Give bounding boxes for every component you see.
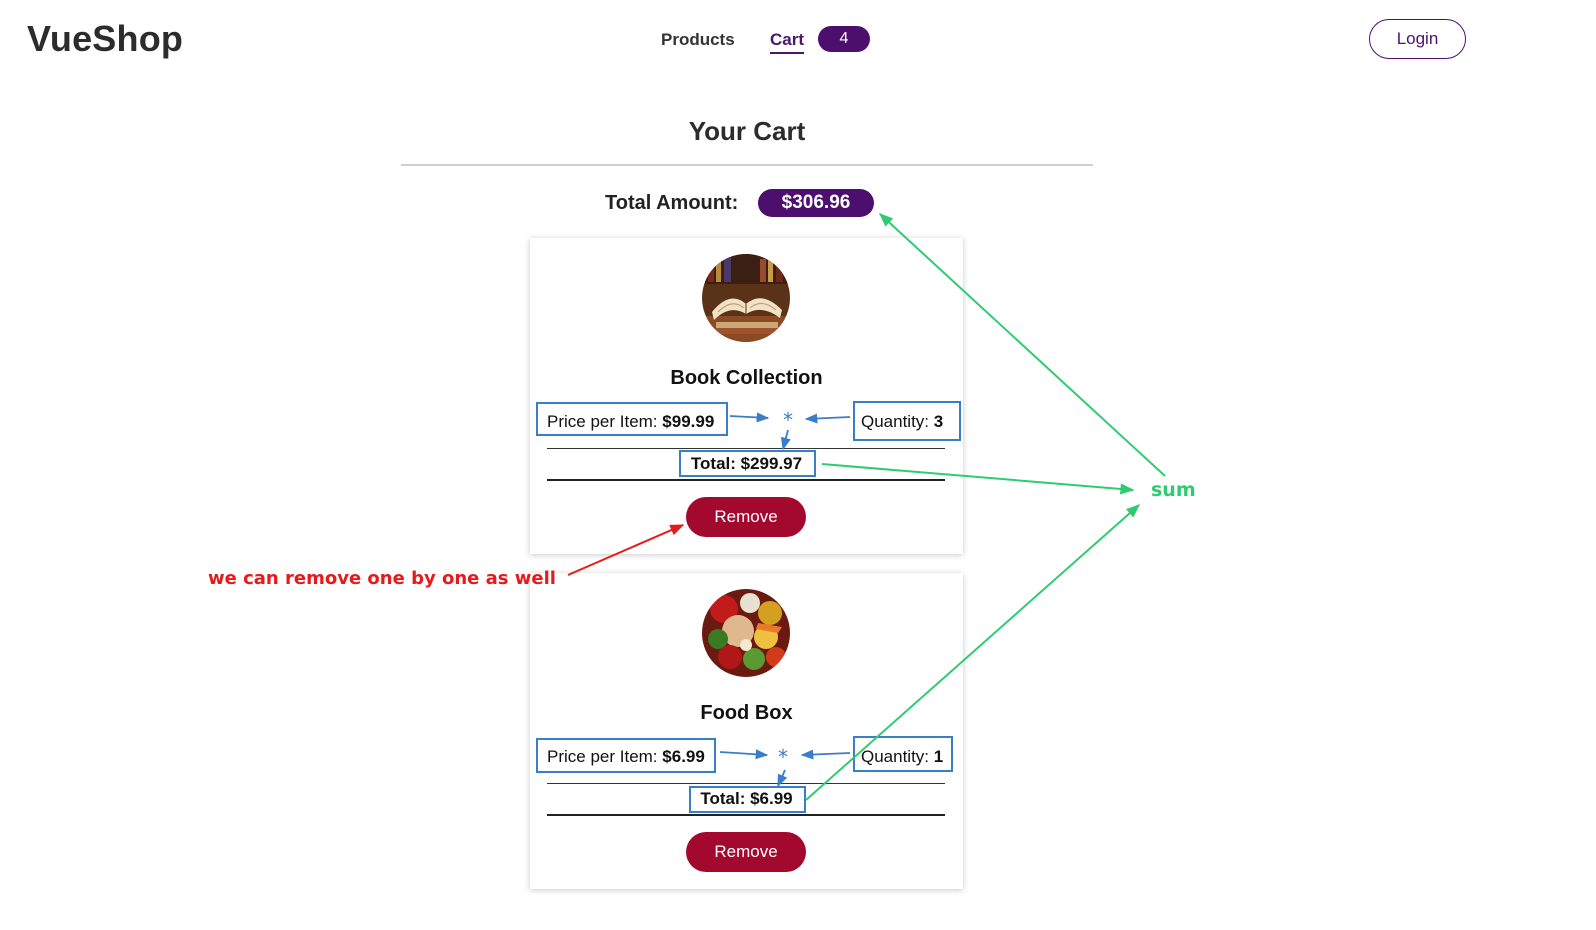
price-per-item: Price per Item: $99.99 (547, 412, 714, 432)
remove-button[interactable]: Remove (686, 832, 806, 872)
books-photo-icon (702, 254, 790, 342)
cart-count-badge[interactable]: 4 (818, 26, 870, 52)
quantity: Quantity: 1 (861, 747, 943, 767)
price-label: Price per Item: (547, 412, 658, 431)
remove-button[interactable]: Remove (686, 497, 806, 537)
nav-products-link[interactable]: Products (661, 30, 735, 50)
divider (547, 479, 945, 481)
divider (547, 448, 945, 449)
price-per-item: Price per Item: $6.99 (547, 747, 705, 767)
item-total: Total: $6.99 (700, 789, 793, 808)
item-name: Book Collection (670, 367, 823, 389)
brand-logo[interactable]: VueShop (27, 18, 183, 60)
title-divider (401, 164, 1093, 166)
divider (547, 814, 945, 816)
total-amount-label: Total Amount: (605, 192, 739, 214)
total-amount-badge: $306.96 (758, 189, 874, 217)
price-value: $6.99 (662, 747, 705, 766)
remove-annotation-text: we can remove one by one as well (208, 568, 556, 589)
quantity-label: Quantity: (861, 412, 930, 431)
food-photo-icon (702, 589, 790, 677)
quantity-value: 3 (933, 412, 944, 431)
price-value: $99.99 (662, 412, 715, 431)
item-name: Food Box (700, 702, 793, 724)
quantity-value: 1 (933, 747, 944, 766)
item-total: Total: $299.97 (690, 454, 803, 473)
cart-item-card: Book Collection Price per Item: $99.99 Q… (530, 238, 963, 554)
nav-cart-link[interactable]: Cart (770, 30, 805, 54)
sum-annotation-text: sum (1151, 479, 1196, 501)
quantity-label: Quantity: (861, 747, 930, 766)
divider (547, 783, 945, 784)
price-label: Price per Item: (547, 747, 658, 766)
page-title: Your Cart (688, 116, 806, 146)
quantity: Quantity: 3 (861, 412, 943, 432)
login-button[interactable]: Login (1369, 19, 1466, 59)
cart-item-card: Food Box Price per Item: $6.99 Quantity:… (530, 573, 963, 889)
